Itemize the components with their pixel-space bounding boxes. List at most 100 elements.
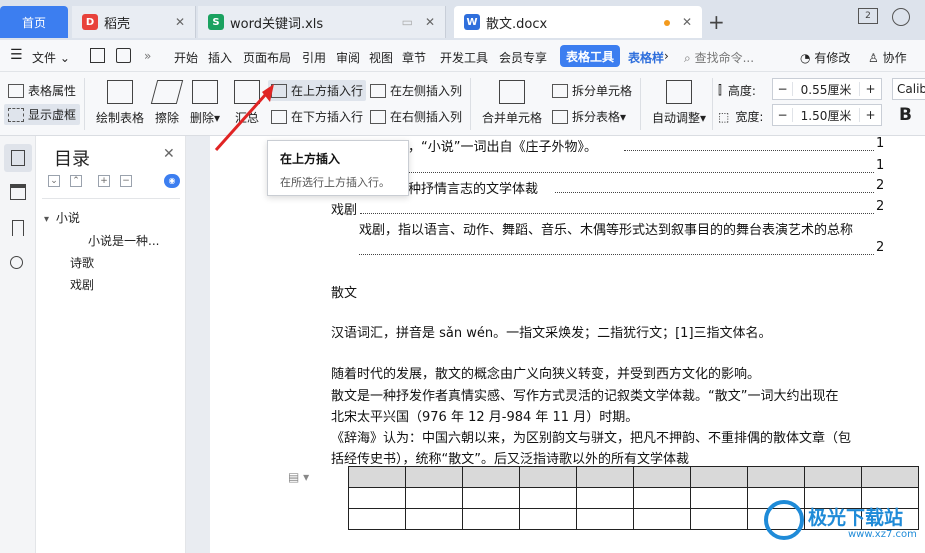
menu-item-table-tools[interactable]: 表格工具 bbox=[560, 45, 621, 67]
new-tab-button[interactable]: + bbox=[708, 10, 725, 34]
toc-toggle-switch[interactable]: ◉ bbox=[164, 174, 180, 188]
erase-button[interactable]: 擦除 bbox=[150, 80, 184, 126]
merge-cells-button[interactable]: 合并单元格 bbox=[482, 80, 542, 126]
paragraph-3b: 北宋太平兴国（976 年 12 月-984 年 11 月）时期。 bbox=[331, 410, 639, 425]
toc-panel-icon[interactable] bbox=[4, 144, 32, 172]
plus-icon[interactable]: + bbox=[859, 82, 881, 96]
window-layout-icon[interactable]: 2 bbox=[858, 8, 878, 24]
auto-fit-icon bbox=[666, 80, 693, 104]
watermark-logo-icon bbox=[764, 500, 804, 540]
insert-right-button[interactable]: 在右侧插入列 bbox=[370, 108, 462, 125]
tab-xls[interactable]: S word关键词.xls ▭ ✕ bbox=[198, 6, 446, 38]
daoke-logo-icon: D bbox=[82, 14, 98, 30]
font-select[interactable]: Calib bbox=[892, 78, 925, 100]
ribbon-separator bbox=[640, 78, 641, 130]
bold-button[interactable]: B bbox=[899, 105, 912, 125]
close-icon[interactable]: ✕ bbox=[682, 15, 692, 29]
paragraph-1: 汉语词汇，拼音是 sǎn wén。一指文采焕发；二指犹行文；[1]三指文体名。 bbox=[331, 326, 772, 341]
toc-item-novel-sub[interactable]: 小说是一种... bbox=[88, 232, 159, 249]
minus-icon[interactable]: − bbox=[773, 108, 793, 122]
paragraph-handle-icon[interactable]: ▤ ▾ bbox=[288, 470, 309, 484]
ribbon-separator bbox=[712, 78, 713, 130]
paragraph-4a: 《辞海》认为：中国六朝以来，为区别韵文与骈文，把凡不押韵、不重排偶的散体文章（包 bbox=[331, 431, 852, 446]
auto-fit-button[interactable]: 自动调整▾ bbox=[652, 80, 706, 126]
height-input[interactable]: 0.55厘米 bbox=[793, 81, 859, 98]
menu-item-review[interactable]: 审阅 bbox=[336, 49, 360, 66]
toc-item-novel[interactable]: ▾ 小说 bbox=[44, 209, 80, 226]
split-cells-button[interactable]: 拆分单元格 bbox=[552, 82, 632, 99]
insert-left-button[interactable]: 在左侧插入列 bbox=[370, 82, 462, 99]
toc-leader-dots bbox=[360, 213, 874, 214]
navigation-icon[interactable] bbox=[10, 184, 26, 200]
height-label: ⫿ 高度: bbox=[718, 83, 756, 98]
toc-divider bbox=[42, 198, 180, 199]
toc-page-number: 2 bbox=[876, 199, 885, 214]
add-heading-icon[interactable]: + bbox=[98, 175, 110, 187]
menu-item-table-style[interactable]: 表格样 bbox=[628, 49, 664, 66]
toc-leader-dots bbox=[624, 150, 874, 151]
menu-item-start[interactable]: 开始 bbox=[174, 49, 198, 66]
close-icon[interactable]: ✕ bbox=[163, 146, 175, 162]
toc-item-drama[interactable]: 戏剧 bbox=[70, 276, 94, 293]
menu-item-insert[interactable]: 插入 bbox=[208, 49, 232, 66]
modify-button[interactable]: ◔ 有修改 bbox=[800, 49, 850, 66]
expand-all-icon[interactable]: ⌃ bbox=[70, 175, 82, 187]
row-height-icon: ⫿ bbox=[718, 83, 722, 97]
document-area: ，“小说”一词出自《庄子外物》。 1 1 种抒情言志的文学体裁 2 戏剧 2 戏… bbox=[186, 136, 925, 553]
table-props-icon bbox=[8, 83, 24, 98]
menu-item-devtools[interactable]: 开发工具 bbox=[440, 49, 488, 66]
draw-table-button[interactable]: 绘制表格 bbox=[96, 80, 144, 126]
toc-item-poetry[interactable]: 诗歌 bbox=[70, 254, 94, 271]
menu-item-chapter[interactable]: 章节 bbox=[402, 49, 426, 66]
draw-table-icon bbox=[107, 80, 133, 104]
width-stepper[interactable]: − 1.50厘米 + bbox=[772, 104, 882, 126]
bookmark-icon[interactable] bbox=[12, 220, 24, 236]
width-label: ⬚ 宽度: bbox=[718, 109, 764, 125]
toc-title: 目录 bbox=[54, 149, 90, 170]
toc-leader-dots bbox=[408, 172, 874, 173]
more-chevron-icon[interactable]: » bbox=[144, 49, 151, 63]
plus-icon[interactable]: + bbox=[859, 108, 881, 122]
export-icon[interactable] bbox=[116, 48, 131, 63]
user-avatar-icon[interactable] bbox=[892, 8, 910, 26]
chevron-down-icon[interactable]: ▾ bbox=[44, 214, 49, 225]
menu-item-view[interactable]: 视图 bbox=[369, 49, 393, 66]
hamburger-menu-icon[interactable]: ☰ bbox=[10, 47, 23, 63]
toc-panel: 目录 ✕ ⌄ ⌃ + − ◉ ▾ 小说 小说是一种... 诗歌 戏剧 bbox=[36, 136, 186, 553]
tooltip-description: 在所选行上方插入行。 bbox=[280, 176, 390, 189]
scroll-right-icon[interactable]: › bbox=[664, 49, 669, 63]
eraser-icon bbox=[150, 80, 184, 104]
left-icon-bar bbox=[0, 136, 36, 553]
close-icon[interactable]: ✕ bbox=[175, 15, 185, 29]
width-input[interactable]: 1.50厘米 bbox=[793, 107, 859, 124]
show-grid-button[interactable]: 显示虚框 bbox=[4, 104, 81, 125]
menu-item-member[interactable]: 会员专享 bbox=[499, 49, 547, 66]
tab-docx[interactable]: W 散文.docx ✕ bbox=[454, 6, 702, 38]
close-icon[interactable]: ✕ bbox=[425, 15, 435, 29]
height-stepper[interactable]: − 0.55厘米 + bbox=[772, 78, 882, 100]
title-bar: 首页 D 稻壳 ✕ S word关键词.xls ▭ ✕ W 散文.docx ✕ … bbox=[0, 0, 925, 40]
search-icon[interactable] bbox=[10, 256, 23, 269]
menu-item-layout[interactable]: 页面布局 bbox=[243, 49, 291, 66]
collapse-all-icon[interactable]: ⌄ bbox=[48, 175, 60, 187]
insert-below-button[interactable]: 在下方插入行 bbox=[271, 108, 363, 125]
insert-above-button[interactable]: 在上方插入行 bbox=[268, 80, 367, 101]
document-page[interactable]: ，“小说”一词出自《庄子外物》。 1 1 种抒情言志的文学体裁 2 戏剧 2 戏… bbox=[210, 136, 925, 553]
command-search[interactable]: ⌕ 查找命令... bbox=[684, 49, 754, 66]
toc-line-poetry: 种抒情言志的文学体裁 bbox=[408, 182, 539, 197]
ribbon-separator bbox=[84, 78, 85, 130]
save-icon[interactable] bbox=[90, 48, 105, 63]
tab-daoke[interactable]: D 稻壳 ✕ bbox=[72, 6, 196, 38]
annotation-arrow bbox=[214, 84, 274, 151]
tab-home[interactable]: 首页 bbox=[0, 6, 68, 38]
menu-file[interactable]: 文件 ⌄ bbox=[32, 49, 70, 66]
menu-item-reference[interactable]: 引用 bbox=[302, 49, 326, 66]
table-props-button[interactable]: 表格属性 bbox=[8, 82, 76, 99]
toc-page-number: 2 bbox=[876, 240, 885, 255]
insert-above-tooltip: 在上方插入 在所选行上方插入行。 bbox=[267, 140, 409, 196]
minus-icon[interactable]: − bbox=[773, 82, 793, 96]
remove-heading-icon[interactable]: − bbox=[120, 175, 132, 187]
toc-page-number: 1 bbox=[876, 136, 885, 151]
collab-button[interactable]: ♙ 协作 bbox=[868, 49, 907, 66]
split-table-button[interactable]: 拆分表格 ▾ bbox=[552, 108, 626, 125]
